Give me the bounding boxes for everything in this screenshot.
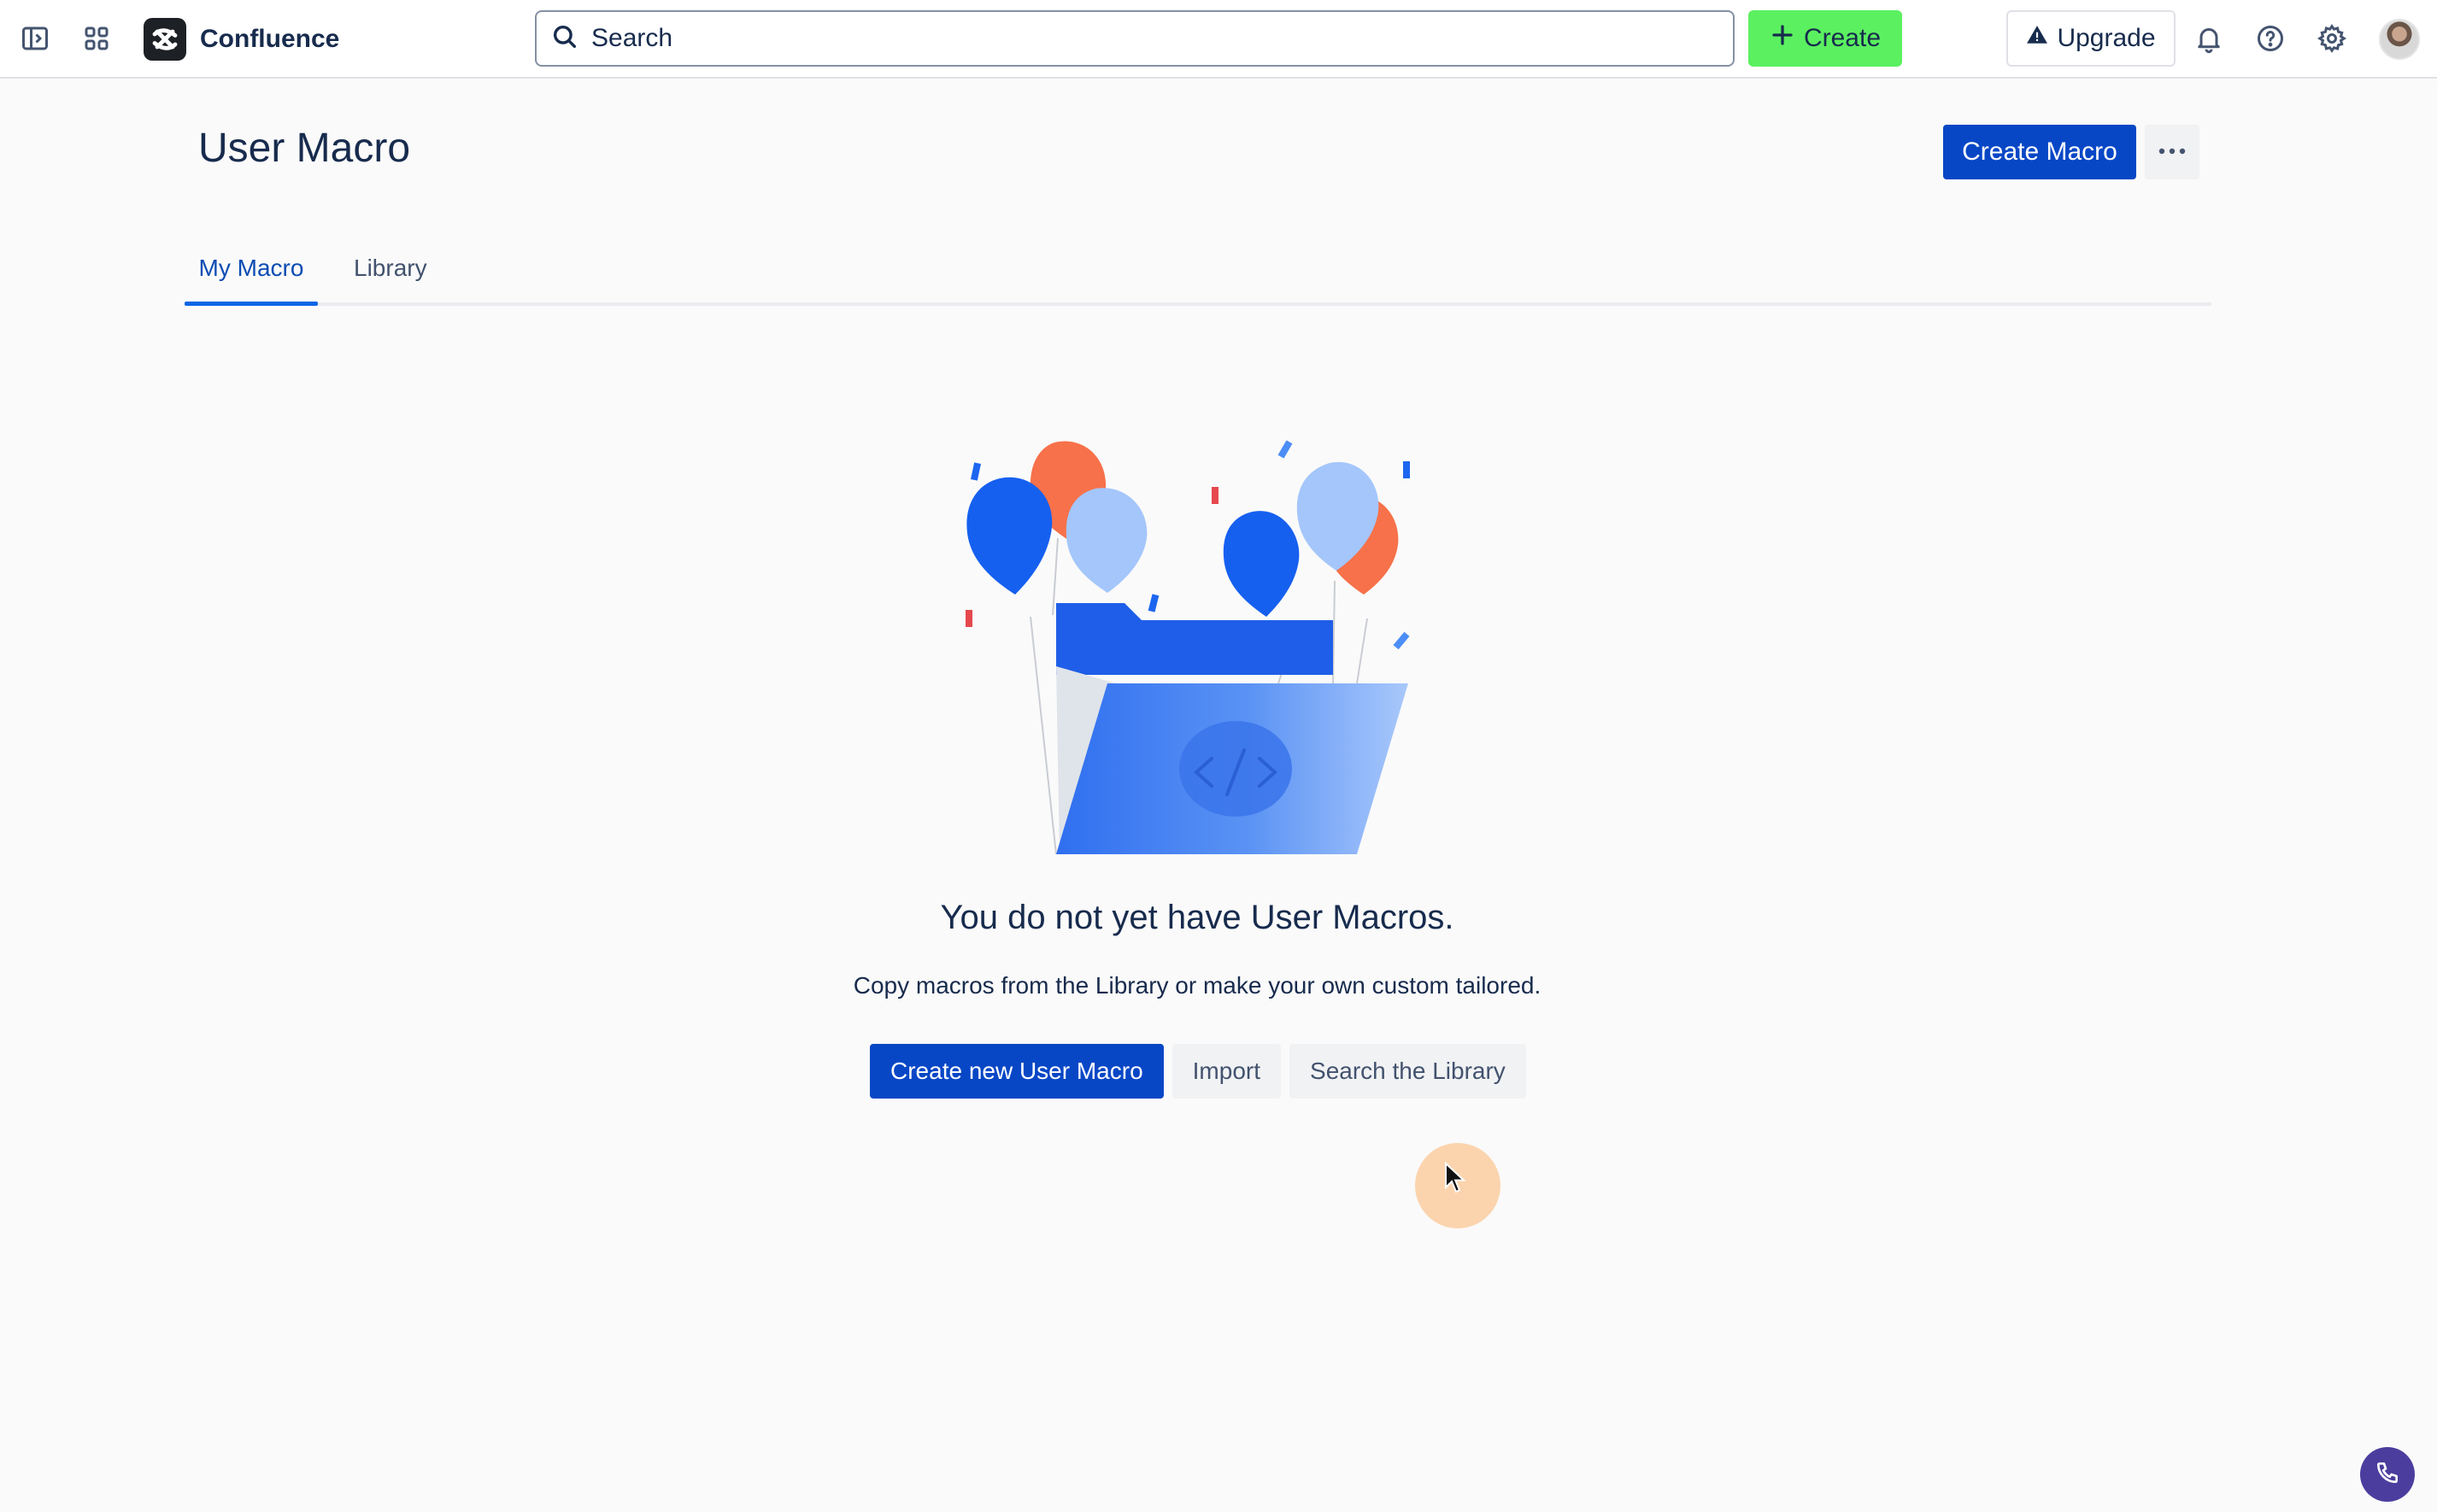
create-macro-button[interactable]: Create Macro xyxy=(1943,125,2136,179)
page-title: User Macro xyxy=(198,126,411,171)
tab-my-macro[interactable]: My Macro xyxy=(185,255,318,306)
mouse-pointer-icon xyxy=(1445,1162,1466,1193)
gear-icon[interactable] xyxy=(2314,21,2350,56)
search-icon xyxy=(550,22,579,56)
app-name: Confluence xyxy=(200,25,340,53)
upgrade-button[interactable]: Upgrade xyxy=(2006,10,2176,67)
search-input[interactable] xyxy=(591,24,1702,53)
confluence-home-link[interactable]: Confluence xyxy=(144,17,339,62)
support-call-button[interactable] xyxy=(2360,1447,2415,1502)
plus-icon xyxy=(1770,22,1795,55)
search-the-library-button[interactable]: Search the Library xyxy=(1289,1044,1526,1099)
top-navigation-bar: Confluence Create Upgrade xyxy=(0,0,2437,79)
help-icon[interactable] xyxy=(2252,21,2288,56)
search-box[interactable] xyxy=(535,10,1735,67)
empty-state-description: Copy macros from the Library or make you… xyxy=(853,972,1541,999)
warning-icon xyxy=(2026,24,2048,53)
sidebar-toggle-icon[interactable] xyxy=(17,21,53,56)
more-icon xyxy=(2157,146,2187,159)
confluence-logo-icon xyxy=(144,18,186,61)
avatar[interactable] xyxy=(2379,19,2420,60)
app-switcher-icon[interactable] xyxy=(79,21,115,56)
create-button[interactable]: Create xyxy=(1748,10,1902,67)
tabs-divider xyxy=(185,302,2211,306)
empty-state-actions: Create new User Macro Import Search the … xyxy=(870,1044,1526,1099)
create-button-label: Create xyxy=(1803,24,1882,52)
create-new-user-macro-button[interactable]: Create new User Macro xyxy=(870,1044,1164,1099)
bell-icon[interactable] xyxy=(2191,21,2227,56)
tab-library[interactable]: Library xyxy=(354,255,427,306)
upgrade-button-label: Upgrade xyxy=(2057,24,2156,52)
more-actions-button[interactable] xyxy=(2145,125,2199,179)
phone-icon xyxy=(2374,1459,2401,1491)
balloons-folder-illustration xyxy=(966,440,1410,855)
empty-state-heading: You do not yet have User Macros. xyxy=(940,899,1454,936)
import-button[interactable]: Import xyxy=(1172,1044,1282,1099)
